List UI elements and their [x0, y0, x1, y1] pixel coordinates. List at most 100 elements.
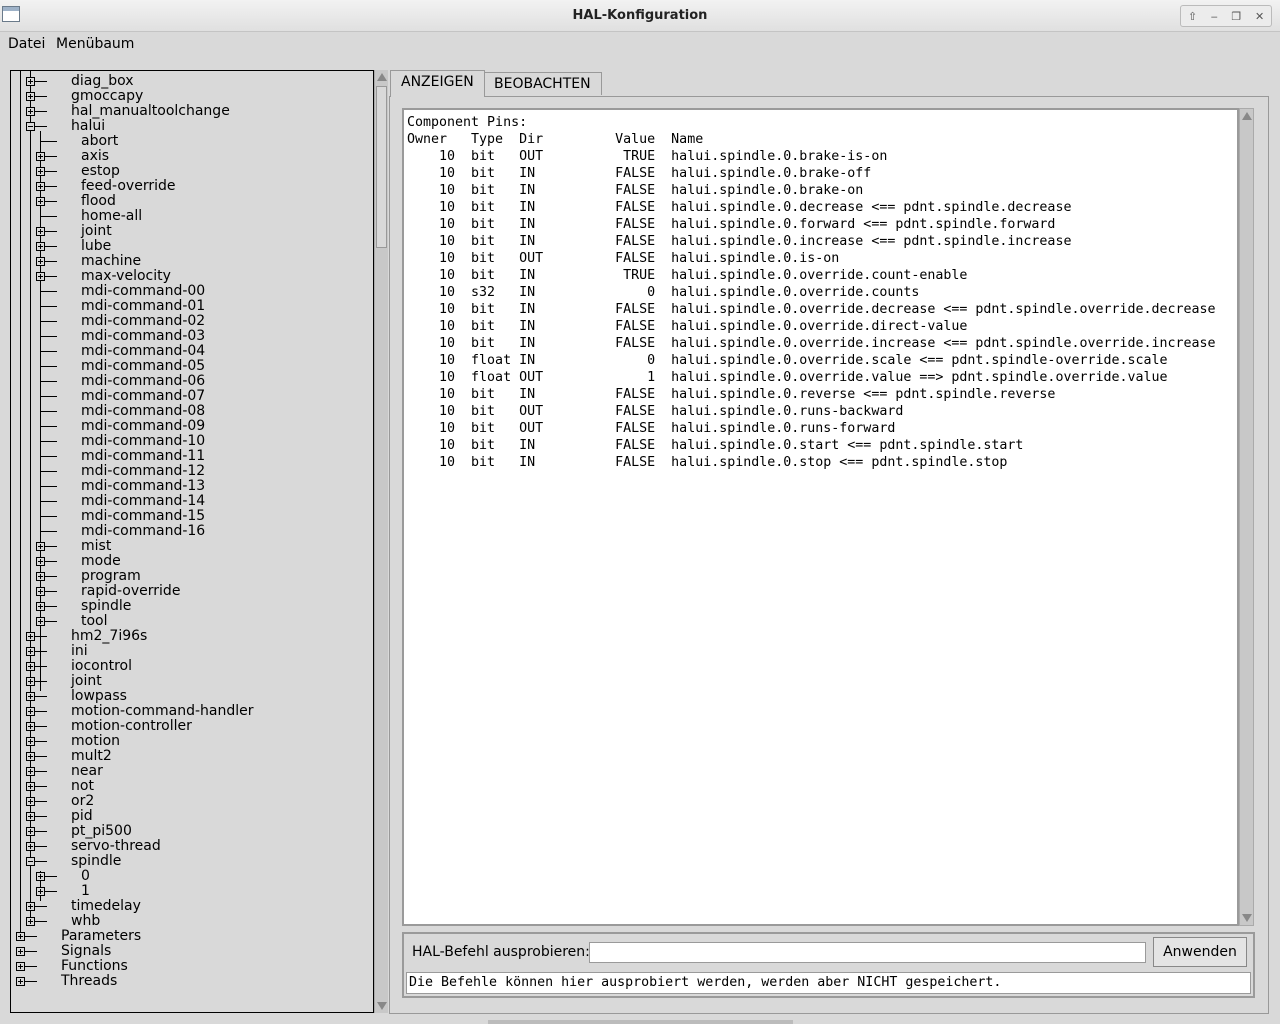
- pins-header: Owner Type Dir Value Name: [407, 132, 704, 147]
- tree-connector: [35, 846, 47, 847]
- tree-item-label: mdi-command-11: [81, 448, 206, 464]
- collapse-icon[interactable]: [26, 122, 35, 131]
- tree-item-label: not: [71, 778, 94, 794]
- tree-scrollbar[interactable]: [374, 70, 388, 1013]
- expand-icon[interactable]: [36, 167, 45, 176]
- tab-beobachten[interactable]: BEOBACHTEN: [483, 72, 602, 95]
- expand-icon[interactable]: [26, 662, 35, 671]
- expand-icon[interactable]: [16, 947, 25, 956]
- scroll-down-icon[interactable]: [1242, 914, 1252, 922]
- table-row: 10 bit IN FALSE halui.spindle.0.forward …: [407, 217, 1056, 232]
- tree-connector: [40, 306, 57, 307]
- tree-item-label: mdi-command-05: [81, 358, 206, 374]
- pins-heading: Component Pins:: [407, 115, 528, 130]
- pin-output-text[interactable]: Component Pins: Owner Type Dir Value Name…: [402, 108, 1239, 926]
- expand-icon[interactable]: [26, 722, 35, 731]
- expand-icon[interactable]: [16, 932, 25, 941]
- tree-item-label: pid: [71, 808, 93, 824]
- maximize-icon[interactable]: ❐: [1231, 10, 1241, 23]
- expand-icon[interactable]: [36, 242, 45, 251]
- expand-icon[interactable]: [26, 692, 35, 701]
- tab-anzeigen[interactable]: ANZEIGEN: [390, 70, 485, 97]
- tree-connector: [35, 696, 47, 697]
- tree-connector: [45, 261, 57, 262]
- menu-menuebaum[interactable]: Menübaum: [52, 36, 138, 52]
- tree-connector: [35, 756, 47, 757]
- expand-icon[interactable]: [36, 272, 45, 281]
- expand-icon[interactable]: [36, 542, 45, 551]
- expand-icon[interactable]: [26, 677, 35, 686]
- expand-icon[interactable]: [26, 632, 35, 641]
- expand-icon[interactable]: [36, 872, 45, 881]
- minimize-icon[interactable]: ‒: [1211, 10, 1218, 23]
- table-row: 10 s32 IN 0 halui.spindle.0.override.cou…: [407, 285, 920, 300]
- expand-icon[interactable]: [26, 647, 35, 656]
- expand-icon[interactable]: [36, 257, 45, 266]
- tree-item-label: motion: [71, 733, 121, 749]
- expand-icon[interactable]: [26, 902, 35, 911]
- expand-icon[interactable]: [26, 737, 35, 746]
- close-icon[interactable]: ✕: [1255, 10, 1264, 23]
- menu-datei[interactable]: Datei: [4, 36, 49, 52]
- expand-icon[interactable]: [36, 182, 45, 191]
- tree-connector: [35, 81, 47, 82]
- expand-icon[interactable]: [26, 917, 35, 926]
- expand-icon[interactable]: [36, 557, 45, 566]
- component-tree[interactable]: diag_box gmoccapy hal_manualtoolchange halu…: [10, 70, 374, 1013]
- tree-connector: [45, 576, 57, 577]
- expand-icon[interactable]: [36, 617, 45, 626]
- expand-icon[interactable]: [36, 572, 45, 581]
- expand-icon[interactable]: [26, 812, 35, 821]
- tree-connector: [40, 366, 57, 367]
- expand-icon[interactable]: [16, 977, 25, 986]
- tree-connector: [25, 951, 37, 952]
- expand-icon[interactable]: [36, 152, 45, 161]
- tree-connector: [40, 216, 57, 217]
- tree-connector: [25, 966, 37, 967]
- expand-icon[interactable]: [26, 827, 35, 836]
- expand-icon[interactable]: [26, 782, 35, 791]
- expand-icon[interactable]: [26, 752, 35, 761]
- expand-icon[interactable]: [36, 887, 45, 896]
- apply-button[interactable]: Anwenden: [1153, 937, 1247, 967]
- table-row: 10 bit OUT FALSE halui.spindle.0.runs-fo…: [407, 421, 896, 436]
- expand-icon[interactable]: [26, 92, 35, 101]
- table-row: 10 bit OUT FALSE halui.spindle.0.runs-ba…: [407, 404, 904, 419]
- expand-icon[interactable]: [26, 107, 35, 116]
- tree-item-label: halui: [71, 118, 106, 134]
- expand-icon[interactable]: [16, 962, 25, 971]
- expand-icon[interactable]: [26, 767, 35, 776]
- output-scrollbar[interactable]: [1239, 108, 1254, 926]
- expand-icon[interactable]: [36, 197, 45, 206]
- tree-connector: [35, 126, 47, 127]
- expand-icon[interactable]: [36, 602, 45, 611]
- expand-icon[interactable]: [36, 587, 45, 596]
- tree-item-label: mdi-command-04: [81, 343, 206, 359]
- tree-guide-line: [30, 71, 31, 921]
- tree-connector: [45, 186, 57, 187]
- command-input[interactable]: [589, 942, 1146, 963]
- tree-item-label: ini: [71, 643, 88, 659]
- expand-icon[interactable]: [26, 797, 35, 806]
- tree-scroll-thumb[interactable]: [376, 86, 387, 248]
- tree-item-label: rapid-override: [81, 583, 181, 599]
- tree-connector: [35, 681, 47, 682]
- tree-connector: [40, 516, 57, 517]
- expand-icon[interactable]: [26, 707, 35, 716]
- table-row: 10 bit IN FALSE halui.spindle.0.decrease…: [407, 200, 1072, 215]
- tree-item-label: spindle: [81, 598, 132, 614]
- expand-icon[interactable]: [26, 842, 35, 851]
- scroll-down-icon[interactable]: [377, 1002, 387, 1010]
- scroll-up-icon[interactable]: [1242, 112, 1252, 120]
- tree-connector: [35, 96, 47, 97]
- tree-item-label: iocontrol: [71, 658, 132, 674]
- tree-connector: [40, 351, 57, 352]
- expand-icon[interactable]: [26, 77, 35, 86]
- tree-connector: [45, 891, 57, 892]
- expand-icon[interactable]: [36, 227, 45, 236]
- tree-item-label: 0: [81, 868, 90, 884]
- scroll-up-icon[interactable]: [377, 73, 387, 81]
- tree-connector: [45, 546, 57, 547]
- collapse-icon[interactable]: [26, 857, 35, 866]
- shade-icon[interactable]: ⇧: [1188, 10, 1197, 23]
